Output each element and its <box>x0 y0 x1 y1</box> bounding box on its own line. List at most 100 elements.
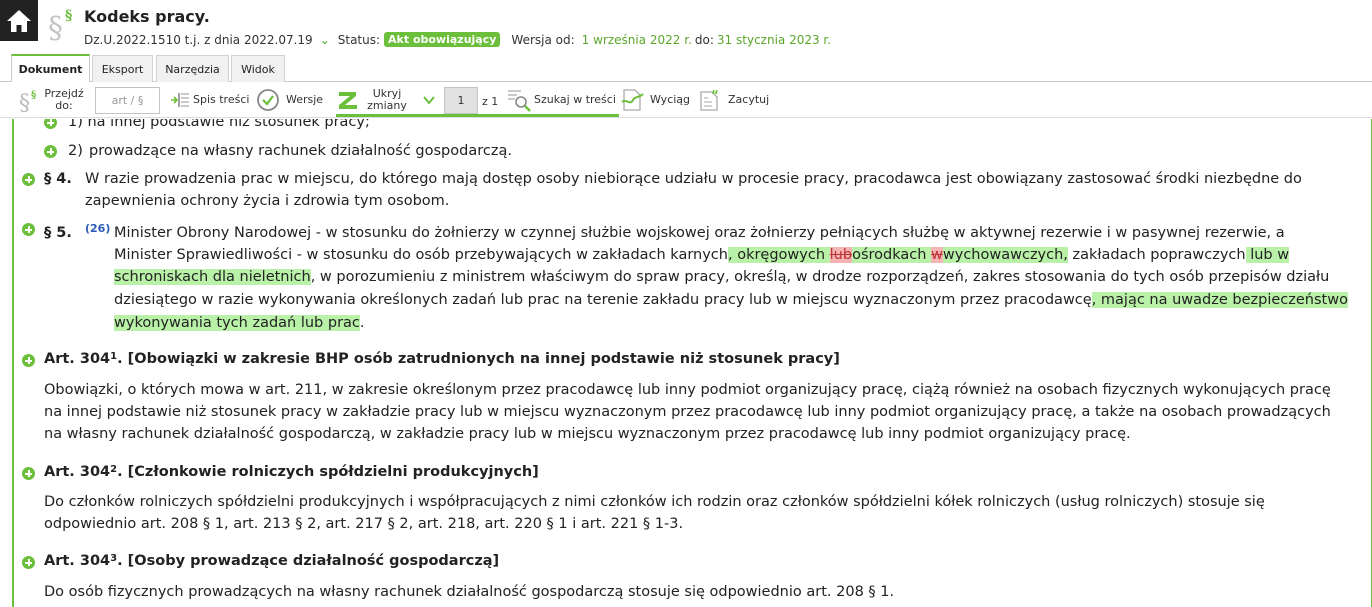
added-text: lub w <box>1245 247 1290 263</box>
added-text: wychowawczych, <box>942 247 1068 263</box>
added-text: ośrodkach <box>852 247 932 263</box>
extract-button[interactable]: Wyciąg <box>620 86 690 114</box>
section-text: W razie prowadzenia prac w miejscu, do k… <box>85 171 1302 187</box>
version-label: Wersja od: <box>511 32 575 47</box>
document-meta: Dz.U.2022.1510 t.j. z dnia 2022.07.19 ⌄ … <box>84 32 834 47</box>
extract-label: Wyciąg <box>650 93 691 106</box>
article-text: Obowiązki, o których mowa w art. 211, w … <box>44 382 1331 398</box>
document-toolbar: § § Przejdź do: art / § Spis treści Wers… <box>0 82 1372 118</box>
added-text: , okręgowych <box>727 247 830 263</box>
article-title: . [Obowiązki w zakresie BHP osób zatrudn… <box>117 351 840 367</box>
list-item-text: prowadzące na własny rachunek działalnoś… <box>89 143 512 159</box>
article-input[interactable]: art / § <box>95 87 160 114</box>
status-label: Status: <box>337 32 381 47</box>
svg-text:“: “ <box>711 88 719 102</box>
expand-icon[interactable] <box>44 119 57 129</box>
status-badge: Akt obowiązujący <box>384 32 501 47</box>
text-segment: dziesiątego w razie wykonywania określon… <box>114 292 1092 308</box>
expand-icon[interactable] <box>22 173 35 186</box>
svg-text:§: § <box>48 11 63 44</box>
toc-button[interactable]: Spis treści <box>170 86 249 114</box>
article-heading: Art. 3041. [Obowiązki w zakresie BHP osó… <box>44 348 840 371</box>
article-number: Art. 304 <box>44 464 111 480</box>
section-text: Minister Obrony Narodowej - w stosunku d… <box>114 225 1285 241</box>
chevron-down-icon[interactable]: ⌄ <box>320 33 330 47</box>
cite-button[interactable]: “ Zacytuj <box>698 86 769 114</box>
search-text-label: Szukaj w treści <box>534 93 616 106</box>
article-title: . [Osoby prowadzące działalność gospodar… <box>117 553 500 569</box>
article-superscript: 3 <box>110 553 118 564</box>
tab-dokument[interactable]: Dokument <box>11 54 90 82</box>
expand-icon[interactable] <box>22 223 35 236</box>
article-number: Art. 304 <box>44 351 111 367</box>
tab-narzedzia[interactable]: Narzędzia <box>156 55 229 82</box>
versions-button[interactable]: Wersje <box>256 86 323 114</box>
toc-icon <box>171 93 189 107</box>
article-number: Art. 304 <box>44 553 111 569</box>
version-to-label: do: <box>694 32 714 47</box>
section-text: wykonywania tych zadań lub prac. <box>114 312 365 335</box>
cite-label: Zacytuj <box>728 93 770 106</box>
added-text: schroniskach dla nieletnich <box>114 269 311 285</box>
section-number: § 4. <box>44 171 72 187</box>
cite-icon: “ <box>700 88 719 111</box>
search-text-icon <box>508 90 531 112</box>
article-superscript: 1 <box>110 351 118 362</box>
paragraph-icon: § § <box>48 8 72 44</box>
added-text: wykonywania tych zadań lub prac <box>114 315 360 331</box>
section-text: zapewnienia ochrony życia i zdrowia tym … <box>85 193 450 209</box>
versions-label: Wersje <box>286 93 324 106</box>
article-text: Do członków rolniczych spółdzielni produ… <box>44 494 1265 510</box>
text-segment: Minister Sprawiedliwości - w stosunku do… <box>114 247 728 263</box>
home-icon <box>7 9 31 32</box>
text-segment: , w porozumieniu z ministrem właściwym d… <box>310 269 1330 285</box>
expand-icon[interactable] <box>22 354 35 367</box>
goto-button[interactable]: § § Przejdź do: <box>19 86 84 114</box>
chevron-down-icon <box>423 96 435 105</box>
versions-icon <box>257 89 279 111</box>
page-number-input[interactable]: 1 <box>444 87 478 114</box>
extract-icon <box>621 89 644 111</box>
hide-changes-label: Ukryj zmiany <box>367 87 407 112</box>
changes-icon <box>339 92 357 109</box>
removed-text: w <box>931 247 943 263</box>
article-heading: Art. 3043. [Osoby prowadzące działalność… <box>44 550 499 573</box>
tab-eksport[interactable]: Eksport <box>92 55 153 82</box>
version-to[interactable]: 31 stycznia 2023 r. <box>717 33 831 47</box>
svg-text:§: § <box>31 90 36 101</box>
svg-text:§: § <box>65 8 72 24</box>
list-item: 1) na innej podstawie niż stosunek pracy… <box>68 119 370 130</box>
changes-dropdown[interactable] <box>422 86 436 114</box>
article-heading: Art. 3042. [Członkowie rolniczych spółdz… <box>44 461 539 484</box>
article-text: Do osób fizycznych prowadzących na własn… <box>44 584 895 600</box>
added-text: , mając na uwadze bezpieczeństwo <box>1091 292 1348 308</box>
expand-icon[interactable] <box>22 556 35 569</box>
section-text: schroniskach dla nieletnich, w porozumie… <box>114 266 1329 289</box>
hide-changes-button[interactable]: Ukryj zmiany <box>337 86 409 114</box>
active-tool-indicator <box>336 114 619 117</box>
expand-icon[interactable] <box>22 467 35 480</box>
document-title: Kodeks pracy. <box>84 7 210 26</box>
article-title: . [Członkowie rolniczych spółdzielni pro… <box>117 464 539 480</box>
app: § § Kodeks pracy. Dz.U.2022.1510 t.j. z … <box>0 0 1372 607</box>
toc-label: Spis treści <box>193 93 250 106</box>
version-from[interactable]: 1 września 2022 r. <box>582 33 692 47</box>
text-segment: . <box>359 315 365 331</box>
article-text: na własny rachunek działalność gospodarc… <box>44 426 1131 442</box>
journal-reference: Dz.U.2022.1510 t.j. z dnia 2022.07.19 <box>84 32 313 47</box>
article-text: odpowiednio art. 208 § 1, art. 213 § 2, … <box>44 516 684 532</box>
expand-icon[interactable] <box>44 145 57 158</box>
goto-label: Przejdź do: <box>44 87 84 112</box>
document-content: 1) na innej podstawie niż stosunek pracy… <box>12 119 1372 607</box>
paragraph-icon: § § <box>19 90 36 113</box>
search-text-button[interactable]: Szukaj w treści <box>507 86 616 114</box>
home-button[interactable] <box>0 0 38 41</box>
svg-text:§: § <box>19 91 30 113</box>
footnote-link[interactable]: (26) <box>85 218 110 241</box>
document-header: § § Kodeks pracy. Dz.U.2022.1510 t.j. z … <box>0 0 1372 52</box>
section-text: dziesiątego w razie wykonywania określon… <box>114 289 1348 312</box>
tab-widok[interactable]: Widok <box>231 55 285 82</box>
page-count: z 1 <box>482 95 499 108</box>
removed-text: lub <box>829 247 853 263</box>
section-text: Minister Sprawiedliwości - w stosunku do… <box>114 244 1290 267</box>
